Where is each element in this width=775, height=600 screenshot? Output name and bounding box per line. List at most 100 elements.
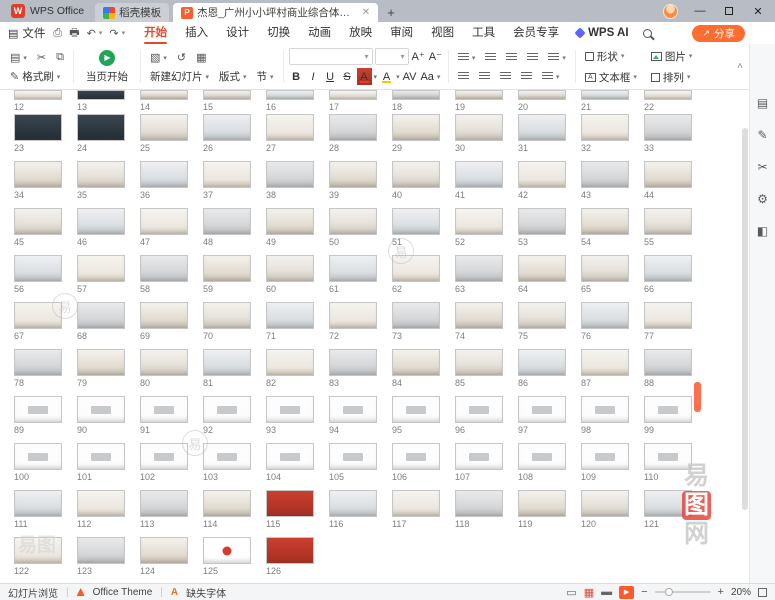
sorter-view-icon[interactable]: ▦: [584, 586, 594, 599]
slide-thumbnail[interactable]: [266, 490, 314, 517]
font-color-button[interactable]: A: [357, 68, 372, 85]
italic-button[interactable]: I: [306, 68, 321, 85]
slide-thumbnail[interactable]: [77, 114, 125, 141]
slide-thumbnail[interactable]: [140, 396, 188, 423]
slide-thumbnail[interactable]: [329, 490, 377, 517]
slide-thumbnail[interactable]: [266, 302, 314, 329]
tab-docer-templates[interactable]: 稻壳模板: [95, 3, 169, 22]
slide-thumbnail[interactable]: [329, 90, 377, 100]
bullet-list-button[interactable]: ▾: [454, 48, 480, 67]
slide-thumbnail[interactable]: [14, 443, 62, 470]
slide-thumbnail[interactable]: [455, 90, 503, 100]
slide-thumbnail[interactable]: [455, 255, 503, 282]
slide-thumbnail[interactable]: [644, 396, 692, 423]
font-color-caret-icon[interactable]: ▾: [374, 73, 378, 81]
slide-thumbnail[interactable]: [203, 302, 251, 329]
increase-font-button[interactable]: A⁺: [411, 48, 426, 65]
slide-thumbnail[interactable]: [518, 349, 566, 376]
slide-thumbnail[interactable]: [266, 90, 314, 100]
slide-thumbnail[interactable]: [455, 208, 503, 235]
save-icon[interactable]: ⎙: [53, 27, 62, 40]
slide-thumbnail[interactable]: [644, 90, 692, 100]
slide-thumbnail[interactable]: [77, 349, 125, 376]
paste-button[interactable]: ▤▾: [6, 48, 31, 67]
play-from-current-button[interactable]: ▶ 当页开始: [79, 47, 135, 86]
close-button[interactable]: ✕: [745, 0, 771, 22]
slide-thumbnail[interactable]: [644, 490, 692, 517]
slide-thumbnail[interactable]: [455, 114, 503, 141]
properties-panel-icon[interactable]: ▤: [757, 96, 768, 110]
new-tab-button[interactable]: +: [382, 4, 400, 22]
slide-thumbnail[interactable]: [518, 255, 566, 282]
slide-thumbnail[interactable]: [140, 90, 188, 100]
slide-thumbnail[interactable]: [140, 208, 188, 235]
reset-slide-button[interactable]: ↺: [173, 48, 190, 67]
slide-thumbnail[interactable]: [518, 396, 566, 423]
slide-thumbnail[interactable]: [329, 255, 377, 282]
change-case-caret-icon[interactable]: ▾: [437, 73, 441, 81]
change-case-button[interactable]: Aa: [419, 68, 434, 85]
slide-thumbnail[interactable]: [329, 114, 377, 141]
slide-thumbnail[interactable]: [266, 443, 314, 470]
slide-thumbnail[interactable]: [392, 114, 440, 141]
zoom-slider-knob[interactable]: [665, 588, 673, 596]
ribbon-tab-home[interactable]: 开始: [135, 22, 176, 44]
ribbon-tab-transition[interactable]: 切换: [258, 22, 299, 44]
text-direction-button[interactable]: ▾: [538, 67, 564, 86]
slide-thumbnail[interactable]: [581, 161, 629, 188]
slide-thumbnail[interactable]: [392, 208, 440, 235]
slide-thumbnail[interactable]: [392, 161, 440, 188]
slide-thumbnail[interactable]: [581, 114, 629, 141]
normal-view-icon[interactable]: ▭: [566, 586, 576, 599]
slide-thumbnail[interactable]: [455, 349, 503, 376]
slide-thumbnail[interactable]: [455, 396, 503, 423]
slide-thumbnail[interactable]: [203, 255, 251, 282]
slide-thumbnail[interactable]: [644, 161, 692, 188]
scrollbar-thumb[interactable]: [742, 128, 748, 510]
slide-thumbnail[interactable]: [14, 114, 62, 141]
align-left-button[interactable]: [454, 67, 473, 86]
zoom-in-icon[interactable]: +: [718, 586, 724, 598]
slide-thumbnail[interactable]: [14, 396, 62, 423]
line-spacing-button[interactable]: ▾: [544, 48, 570, 67]
picture-button[interactable]: 图片▾: [647, 47, 697, 66]
arrange-button[interactable]: 排列▾: [647, 68, 697, 87]
slide-thumbnail[interactable]: [266, 161, 314, 188]
slide-thumbnail[interactable]: [77, 208, 125, 235]
slide-thumbnail[interactable]: [140, 443, 188, 470]
align-center-button[interactable]: [475, 67, 494, 86]
font-size-select[interactable]: ▾: [375, 48, 409, 65]
slide-thumbnail[interactable]: [140, 490, 188, 517]
slide-thumbnail[interactable]: [14, 161, 62, 188]
slide-thumbnail[interactable]: [140, 537, 188, 564]
slide-thumbnail[interactable]: [581, 255, 629, 282]
justify-button[interactable]: [517, 67, 536, 86]
slide-thumbnail[interactable]: [518, 161, 566, 188]
slide-thumbnail[interactable]: [518, 114, 566, 141]
slide-thumbnail[interactable]: [140, 349, 188, 376]
slide-thumbnail[interactable]: [581, 396, 629, 423]
undo-icon[interactable]: ↶: [87, 27, 96, 40]
slide-thumbnail[interactable]: [266, 349, 314, 376]
vertical-scrollbar[interactable]: [741, 90, 749, 583]
selection-panel-icon[interactable]: ◧: [757, 224, 768, 238]
new-slide-button[interactable]: 新建幻灯片▾: [146, 67, 213, 86]
slide-thumbnail[interactable]: [140, 255, 188, 282]
slide-thumbnail[interactable]: [644, 114, 692, 141]
slide-thumbnail[interactable]: [266, 255, 314, 282]
slide-thumbnail[interactable]: [140, 161, 188, 188]
slide-thumbnail[interactable]: [77, 537, 125, 564]
slide-thumbnail[interactable]: [455, 161, 503, 188]
slide-thumbnail[interactable]: [77, 490, 125, 517]
slide-thumbnail[interactable]: [392, 349, 440, 376]
ribbon-collapse-icon[interactable]: ˄: [737, 61, 743, 72]
slide-thumbnail[interactable]: [203, 161, 251, 188]
ribbon-tab-insert[interactable]: 插入: [176, 22, 217, 44]
underline-button[interactable]: U: [323, 68, 338, 85]
slide-thumbnail[interactable]: [329, 443, 377, 470]
slide-thumbnail[interactable]: [581, 349, 629, 376]
redo-caret-icon[interactable]: ▾: [122, 29, 126, 37]
slide-thumbnail[interactable]: [77, 255, 125, 282]
notes-panel-icon[interactable]: ✎: [757, 128, 767, 142]
slide-thumbnail[interactable]: [140, 114, 188, 141]
